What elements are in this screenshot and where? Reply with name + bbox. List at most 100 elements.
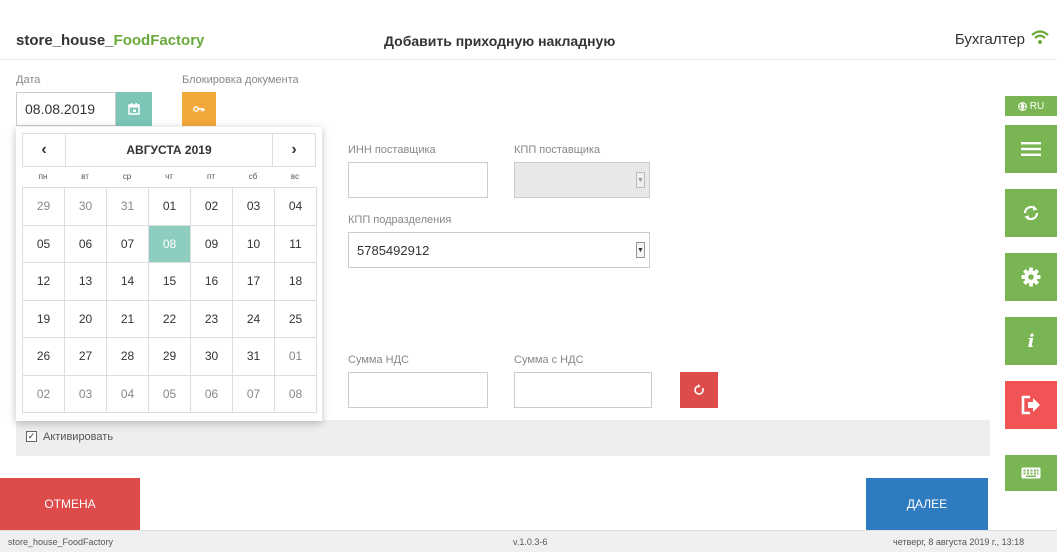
calendar-day[interactable]: 10 xyxy=(233,225,275,263)
calendar-day[interactable]: 09 xyxy=(191,225,233,263)
calendar-day[interactable]: 28 xyxy=(107,338,149,376)
sum-with-vat-label: Сумма с НДС xyxy=(514,354,584,366)
wifi-icon xyxy=(1031,30,1049,44)
weekday-label: сб xyxy=(248,172,258,181)
app-name: store_house_FoodFactory xyxy=(16,32,204,49)
activate-checkbox[interactable]: ✓ xyxy=(26,431,37,442)
calendar-day[interactable]: 31 xyxy=(233,338,275,376)
status-bar: store_house_FoodFactory v.1.0.3-6 четвер… xyxy=(0,530,1057,552)
weekday-label: чт xyxy=(165,172,173,181)
kpp-supplier-label: КПП поставщика xyxy=(514,144,601,156)
logout-button[interactable] xyxy=(1005,381,1057,429)
calendar-day[interactable]: 07 xyxy=(107,225,149,263)
user-role[interactable]: Бухгалтер xyxy=(955,31,1025,48)
prev-month-button[interactable]: ‹ xyxy=(23,134,65,166)
calendar-day[interactable]: 25 xyxy=(275,300,317,338)
calendar-day[interactable]: 21 xyxy=(107,300,149,338)
sync-button[interactable] xyxy=(1005,189,1057,237)
weekday-label: пт xyxy=(207,172,215,181)
refresh-icon xyxy=(694,384,704,395)
date-label: Дата xyxy=(16,74,41,86)
kpp-division-value: 5785492912 xyxy=(357,242,430,258)
app-name-suffix: FoodFactory xyxy=(113,32,205,49)
calendar-day[interactable]: 27 xyxy=(65,338,107,376)
calendar-day[interactable]: 26 xyxy=(23,338,65,376)
calendar-day[interactable]: 02 xyxy=(23,375,65,413)
calendar-day[interactable]: 01 xyxy=(275,338,317,376)
calendar-day[interactable]: 03 xyxy=(65,375,107,413)
footer-datetime: четверг, 8 августа 2019 г., 13:18 xyxy=(893,537,1025,547)
calendar-day[interactable]: 15 xyxy=(149,263,191,301)
vat-sum-label: Сумма НДС xyxy=(348,354,409,366)
calendar-day[interactable]: 24 xyxy=(233,300,275,338)
info-button[interactable]: i xyxy=(1005,317,1057,365)
menu-button[interactable] xyxy=(1005,125,1057,173)
calendar-day[interactable]: 30 xyxy=(191,338,233,376)
globe-icon xyxy=(1017,101,1027,111)
calendar-day[interactable]: 22 xyxy=(149,300,191,338)
chevron-down-icon: ▼ xyxy=(636,242,645,258)
calendar-day[interactable]: 31 xyxy=(107,188,149,226)
kpp-division-label: КПП подразделения xyxy=(348,214,452,226)
calendar-day[interactable]: 04 xyxy=(275,188,317,226)
calendar-day[interactable]: 08 xyxy=(275,375,317,413)
lock-button[interactable] xyxy=(182,92,216,126)
recalculate-button[interactable] xyxy=(680,372,718,408)
calendar-day[interactable]: 29 xyxy=(23,188,65,226)
cancel-button[interactable]: ОТМЕНА xyxy=(0,478,140,530)
menu-icon xyxy=(1021,142,1041,156)
svg-text:i: i xyxy=(1028,331,1035,351)
date-picker: ‹ АВГУСТА 2019 › пн вт ср чт пт сб вс 29 30 31 01… xyxy=(16,127,322,421)
calendar-day[interactable]: 03 xyxy=(233,188,275,226)
calendar-day[interactable]: 19 xyxy=(23,300,65,338)
weekday-row: пн вт ср чт пт сб вс xyxy=(22,172,316,186)
calendar-month-label[interactable]: АВГУСТА 2019 xyxy=(65,134,273,166)
page-title: Добавить приходную накладную xyxy=(384,33,616,49)
logout-icon xyxy=(1021,395,1040,415)
calendar-day[interactable]: 20 xyxy=(65,300,107,338)
calendar-day[interactable]: 06 xyxy=(65,225,107,263)
calendar-day[interactable]: 11 xyxy=(275,225,317,263)
calendar-button[interactable] xyxy=(116,92,152,126)
calendar-day[interactable]: 14 xyxy=(107,263,149,301)
calendar-day[interactable]: 12 xyxy=(23,263,65,301)
calendar-day[interactable]: 04 xyxy=(107,375,149,413)
activate-bar: ✓ Активировать xyxy=(16,420,990,456)
calendar-day[interactable]: 18 xyxy=(275,263,317,301)
calendar-day[interactable]: 23 xyxy=(191,300,233,338)
vat-sum-input[interactable] xyxy=(348,372,488,408)
calendar-day[interactable]: 16 xyxy=(191,263,233,301)
date-input[interactable]: 08.08.2019 xyxy=(16,92,116,126)
calendar-day[interactable]: 29 xyxy=(149,338,191,376)
keyboard-button[interactable] xyxy=(1005,455,1057,491)
settings-button[interactable] xyxy=(1005,253,1057,301)
language-label: RU xyxy=(1029,100,1045,112)
next-button[interactable]: ДАЛЕЕ xyxy=(866,478,988,530)
weekday-label: вс xyxy=(290,172,300,181)
chevron-down-icon: ▼ xyxy=(636,172,645,188)
inn-input[interactable] xyxy=(348,162,488,198)
language-button[interactable]: RU xyxy=(1005,96,1057,116)
calendar-day[interactable]: 17 xyxy=(233,263,275,301)
calendar-day-selected[interactable]: 08 xyxy=(149,225,191,263)
kpp-division-select[interactable]: 5785492912 ▼ xyxy=(348,232,650,268)
next-month-button[interactable]: › xyxy=(273,134,315,166)
kpp-supplier-select[interactable]: ▼ xyxy=(514,162,650,198)
calendar-day[interactable]: 30 xyxy=(65,188,107,226)
calendar-day[interactable]: 05 xyxy=(149,375,191,413)
calendar-day[interactable]: 13 xyxy=(65,263,107,301)
calendar-header: ‹ АВГУСТА 2019 › xyxy=(22,133,316,167)
weekday-label: вт xyxy=(81,172,89,181)
calendar-day[interactable]: 07 xyxy=(233,375,275,413)
calendar-day[interactable]: 02 xyxy=(191,188,233,226)
calendar-day[interactable]: 01 xyxy=(149,188,191,226)
activate-label[interactable]: Активировать xyxy=(43,431,113,443)
calendar-day[interactable]: 05 xyxy=(23,225,65,263)
lock-label: Блокировка документа xyxy=(182,74,299,86)
inn-label: ИНН поставщика xyxy=(348,144,436,156)
weekday-label: пн xyxy=(38,172,48,181)
calendar-day[interactable]: 06 xyxy=(191,375,233,413)
weekday-label: ср xyxy=(122,172,132,181)
sum-with-vat-input[interactable] xyxy=(514,372,652,408)
calendar-icon xyxy=(128,103,140,115)
